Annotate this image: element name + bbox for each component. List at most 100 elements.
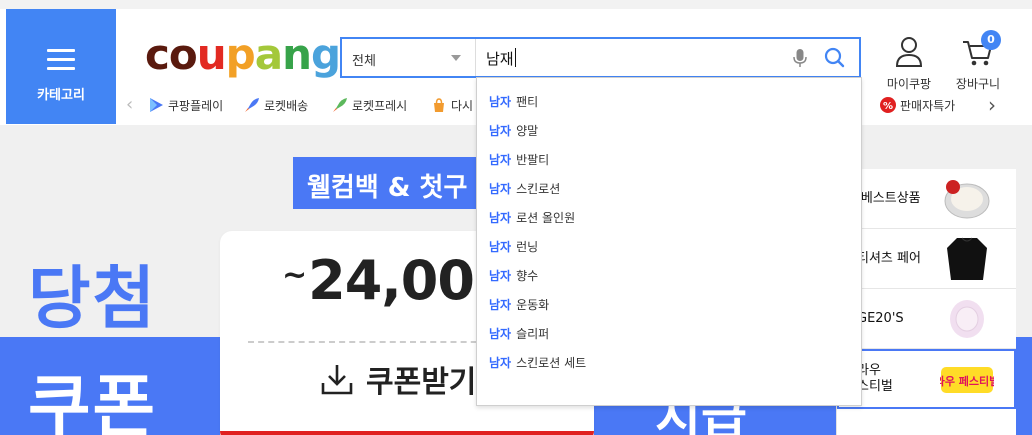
user-icon [895,37,923,67]
suggestion-text: 로션 올인원 [516,211,576,225]
side-item-name-line: 스티벌 [857,379,893,394]
suggestion-text: 슬리퍼 [516,327,550,341]
suggestion-keyword: 남자 [489,211,512,225]
play-icon [148,97,164,113]
logo-letter: o [168,30,198,79]
side-item[interactable]: 라우스티벌 와우 페스티벌 [837,349,1016,409]
cart-button[interactable]: 0 장바구니 [948,30,1008,92]
compact-powder-icon [937,295,997,343]
coupon-card-bottom-bar [220,431,594,435]
quicknav-label: 쿠팡플레이 [168,98,224,113]
quicknav-item-again[interactable]: 다시 [431,95,473,115]
suggestion-item[interactable]: 남자 양말 [477,117,861,146]
category-label: 카테고리 [37,88,85,103]
suggestion-item[interactable]: 남자 운동화 [477,291,861,320]
my-coupang-label: 마이쿠팡 [886,77,932,91]
suggestion-item[interactable]: 남자 슬리퍼 [477,320,861,349]
quicknav-label: 로켓배송 [264,98,309,113]
suggestion-keyword: 남자 [489,182,512,196]
mic-icon[interactable] [793,48,807,68]
suggestion-text: 운동화 [516,298,550,312]
text-cursor [515,48,516,67]
coupang-logo[interactable]: coupang [145,30,341,79]
side-item-name: GE20'S [857,311,904,326]
logo-letter: p [225,30,256,79]
bag-icon [431,97,447,113]
svg-text:%: % [883,101,893,112]
festival-logo-icon: 와우 페스티벌 [937,355,997,403]
welcome-tag: 웰컴백 & 첫구 [293,157,483,209]
quicknav-label: 판매자특가 [900,98,956,113]
suggestion-keyword: 남자 [489,327,512,341]
side-item[interactable]: 티셔츠 페어 [837,229,1016,289]
quicknav-item-coupang-play[interactable]: 쿠팡플레이 [148,95,223,115]
cart-count-badge: 0 [981,30,1001,50]
festival-logo-text: 와우 페스티벌 [940,374,994,388]
suggestion-item[interactable]: 남자 팬티 [477,88,861,117]
black-shirt-icon [937,235,997,283]
suggestion-keyword: 남자 [489,356,512,370]
search-bar: 전체 [340,37,861,78]
suggestion-keyword: 남자 [489,298,512,312]
suggestion-keyword: 남자 [489,153,512,167]
suggestion-text: 스킨로션 [516,182,561,196]
coupon-amount-prefix: ~ [282,258,307,293]
quicknav-label: 다시 [451,98,474,113]
side-product-list: J베스트상품 티셔츠 페어 GE20'S 라우스티벌 와 [836,169,1016,435]
quicknav-item-seller-deal[interactable]: % 판매자특가 [880,95,955,115]
suggestion-text: 양말 [516,124,539,138]
coupon-get-label: 쿠폰받기 [366,365,477,400]
suggestion-keyword: 남자 [489,124,512,138]
logo-letter: a [254,30,283,79]
food-tray-icon [937,175,997,223]
suggestion-item[interactable]: 남자 로션 올인원 [477,204,861,233]
quicknav-item-rocket-delivery[interactable]: 로켓배송 [244,95,308,115]
logo-letter: u [196,30,227,79]
hamburger-icon [47,49,75,71]
chevron-down-icon [451,55,461,61]
suggestion-item[interactable]: 남자 스킨로션 세트 [477,349,861,378]
suggestion-item[interactable]: 남자 향수 [477,262,861,291]
download-icon [321,365,353,395]
rocket-fresh-icon [332,97,348,113]
suggestion-item[interactable]: 남자 스킨로션 [477,175,861,204]
percent-icon: % [880,97,896,113]
logo-letter: c [145,30,170,79]
suggestion-keyword: 남자 [489,240,512,254]
category-menu-button[interactable]: 카테고리 [6,9,116,124]
banner-headline-coupon: 쿠폰 [28,368,158,435]
logo-letter: n [282,30,312,79]
banner-headline: 당첨 [28,260,158,339]
side-item[interactable]: GE20'S [837,289,1016,349]
side-item-name: 티셔츠 페어 [857,251,921,266]
suggestion-text: 향수 [516,269,539,283]
suggestion-keyword: 남자 [489,95,512,109]
search-scope-value: 전체 [352,54,376,69]
coupang-page: 카테고리 coupang 전체 남재 마이쿠팡 0 장바구니 ‹ 쿠팡플레이 로… [0,0,1032,435]
suggestion-text: 팬티 [516,95,539,109]
quicknav-label: 로켓프레시 [352,98,408,113]
search-scope-select[interactable]: 전체 [342,39,476,76]
coupon-get-button[interactable]: 쿠폰받기 [320,359,477,400]
rocket-icon [244,97,260,113]
suggestion-item[interactable]: 남자 런닝 [477,233,861,262]
top-utility-bar [0,0,1032,9]
cart-label: 장바구니 [955,77,1001,91]
suggestion-text: 런닝 [516,240,539,254]
quicknav-item-rocket-fresh[interactable]: 로켓프레시 [332,95,407,115]
side-item[interactable]: J베스트상품 [837,169,1016,229]
suggestion-keyword: 남자 [489,269,512,283]
suggestion-text: 스킨로션 세트 [516,356,587,370]
chevron-right-icon[interactable]: › [988,93,996,117]
logo-letter: g [311,30,341,79]
search-icon[interactable] [820,43,850,73]
banner-blue-block [1016,337,1032,435]
chevron-left-icon[interactable]: ‹ [126,94,133,115]
suggestion-text: 반팔티 [516,153,550,167]
side-item-name: J베스트상품 [857,191,921,206]
search-autocomplete-dropdown: 남자 팬티 남자 양말 남자 반팔티 남자 스킨로션 남자 로션 올인원 남자 런닝 남자 향수 남자 운동화… [476,77,862,406]
my-coupang-button[interactable]: 마이쿠팡 [879,35,939,92]
suggestion-item[interactable]: 남자 반팔티 [477,146,861,175]
side-item-name: 라우 스티벌 [857,363,893,395]
search-input[interactable] [486,47,786,69]
